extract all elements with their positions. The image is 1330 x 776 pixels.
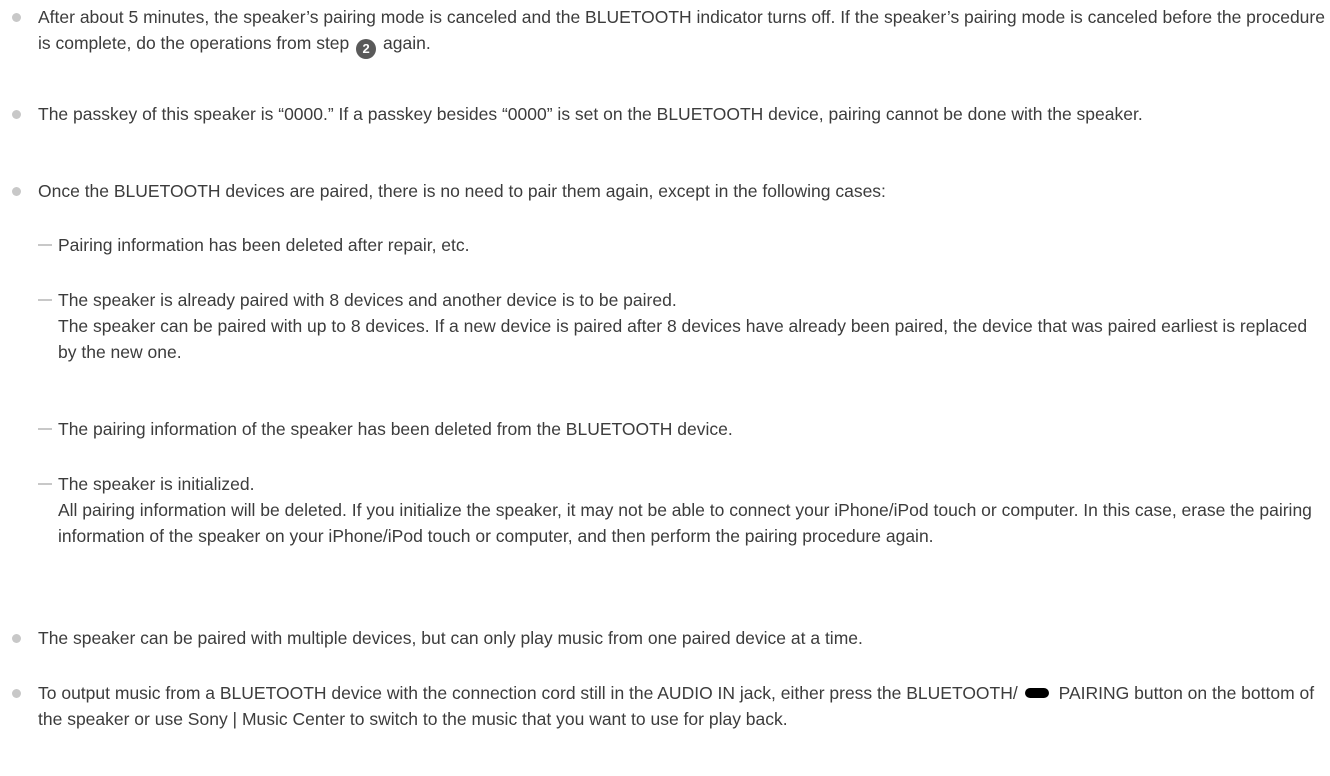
subnote-text: The pairing information of the speaker h… [58,419,733,439]
note-pairing-again: Once the BLUETOOTH devices are paired, t… [12,178,1328,204]
note-multiple-devices: The speaker can be paired with multiple … [12,625,1328,651]
pairing-button-icon [1024,688,1049,698]
subnote-deleted-from-device: The pairing information of the speaker h… [38,416,1328,442]
note-text: To output music from a BLUETOOTH device … [38,683,1018,703]
note-text: Once the BLUETOOTH devices are paired, t… [38,181,886,201]
subnote-text: Pairing information has been deleted aft… [58,235,470,255]
note-text-after-step: again. [383,33,431,53]
bullet-icon [12,110,21,119]
subnote-initialized: The speaker is initialized. All pairing … [38,471,1328,549]
subnote-eight-devices: The speaker is already paired with 8 dev… [38,287,1328,365]
note-text: The passkey of this speaker is “0000.” I… [38,104,1143,124]
step-number-icon: 2 [356,39,377,59]
subnote-text: The speaker is already paired with 8 dev… [58,290,677,310]
subnote-text: The speaker is initialized. [58,474,255,494]
bullet-icon [12,187,21,196]
note-text: The speaker can be paired with multiple … [38,628,863,648]
note-text: After about 5 minutes, the speaker’s pai… [38,7,1325,53]
subnote-repair: Pairing information has been deleted aft… [38,232,1328,258]
subnote-detail: The speaker can be paired with up to 8 d… [58,316,1308,362]
dash-icon [38,299,52,301]
bullet-icon [12,13,21,22]
subnote-detail: All pairing information will be deleted.… [58,500,1312,546]
bullet-icon [12,634,21,643]
dash-icon [38,483,52,485]
dash-icon [38,428,52,430]
note-audio-in: To output music from a BLUETOOTH device … [12,680,1328,732]
note-passkey: The passkey of this speaker is “0000.” I… [12,101,1328,127]
dash-icon [38,244,52,246]
note-pairing-timeout: After about 5 minutes, the speaker’s pai… [12,4,1328,59]
help-page: After about 5 minutes, the speaker’s pai… [0,0,1330,776]
bullet-icon [12,689,21,698]
